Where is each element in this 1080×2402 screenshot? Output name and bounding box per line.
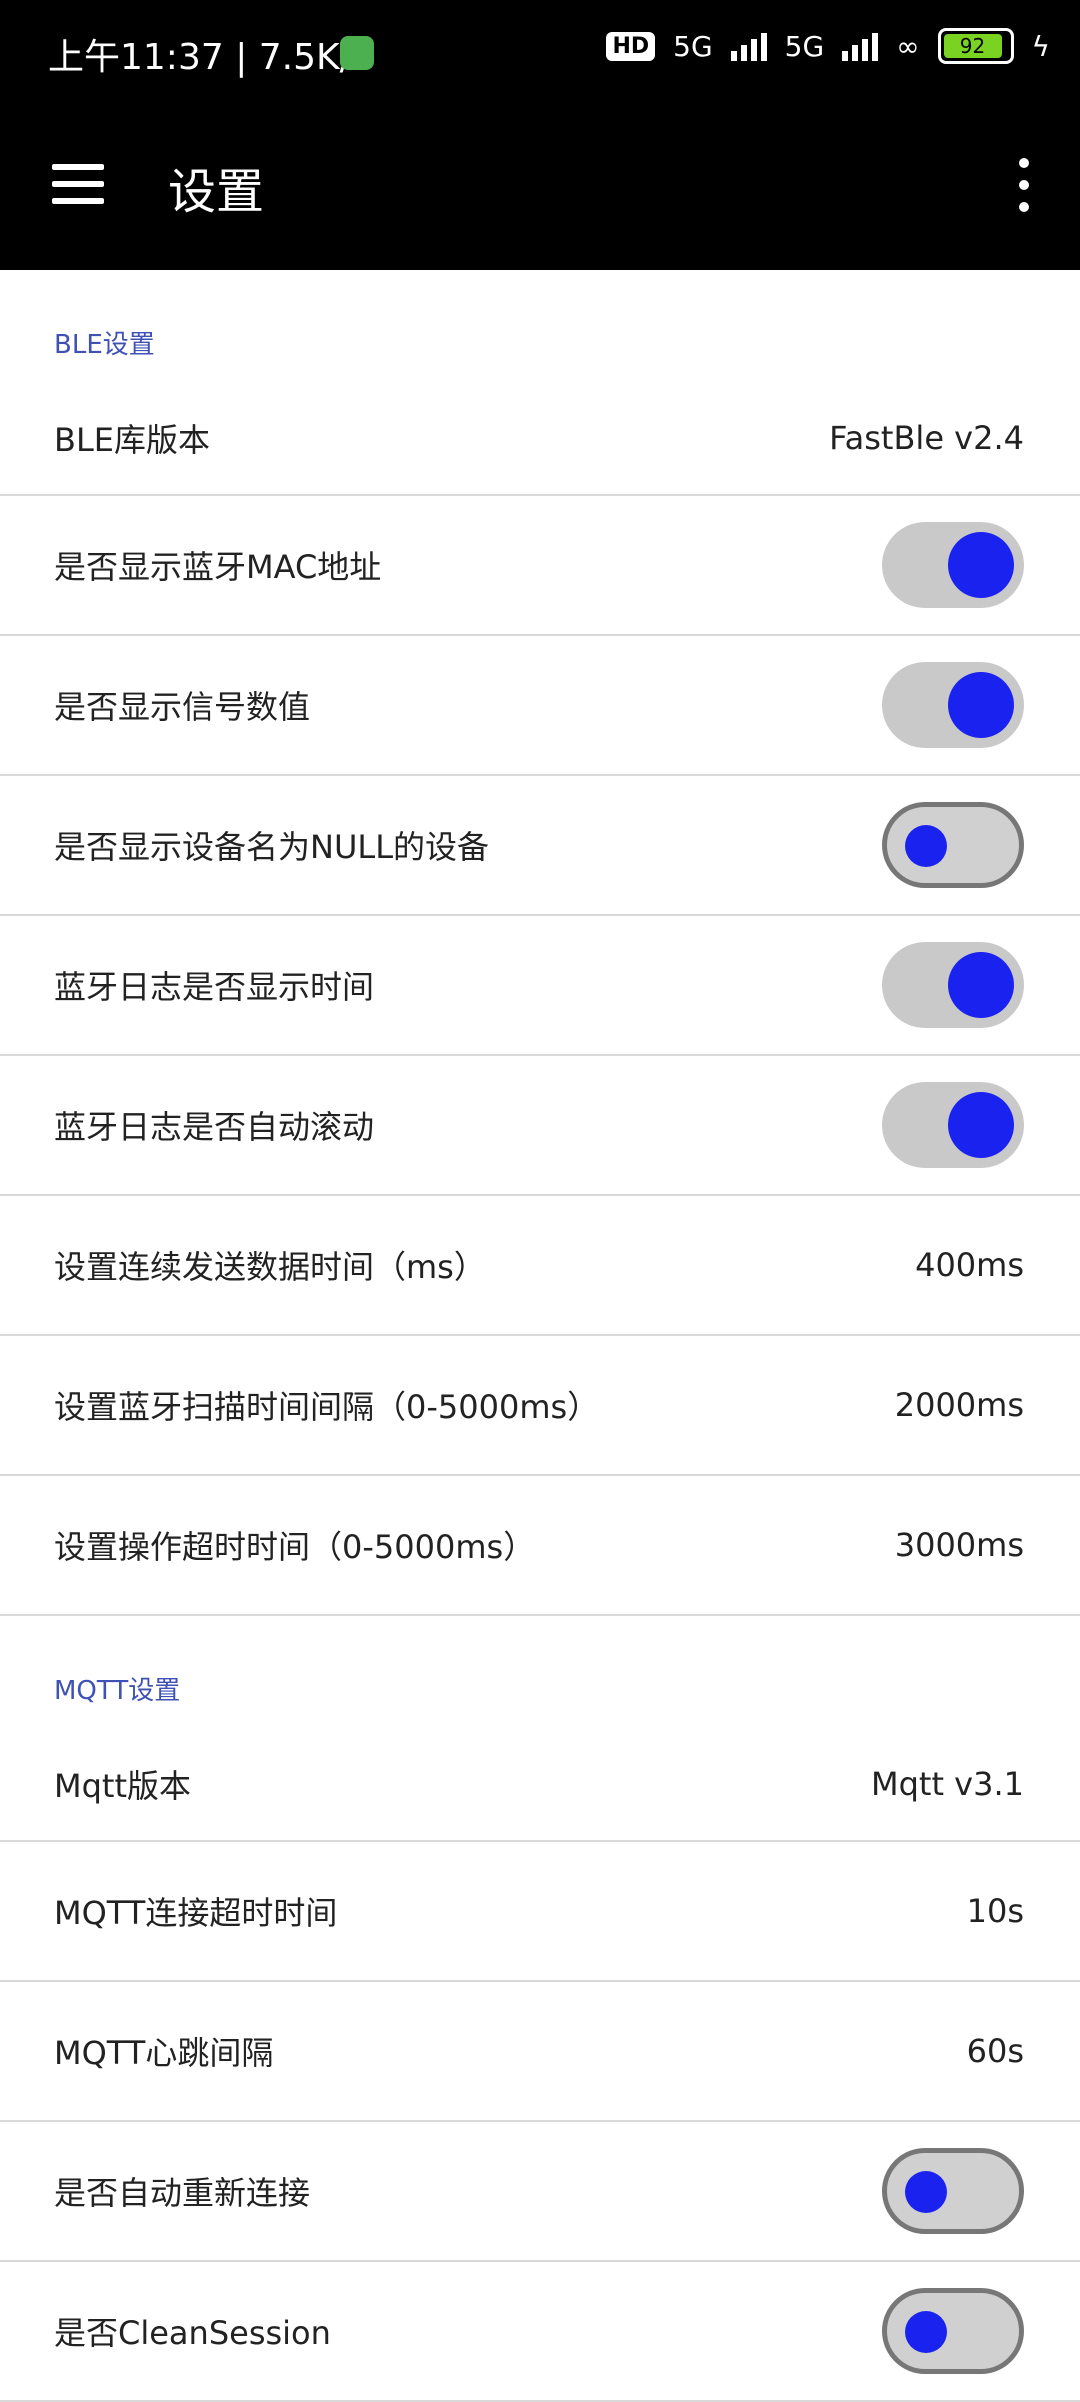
setting-send-interval[interactable]: 设置连续发送数据时间（ms） 400ms [0, 1196, 1080, 1336]
section-header-ble: BLE设置 [0, 270, 1080, 382]
setting-show-rssi[interactable]: 是否显示信号数值 [0, 636, 1080, 776]
signal-icon [730, 31, 767, 61]
app-notification-icon [340, 36, 374, 70]
setting-show-mac[interactable]: 是否显示蓝牙MAC地址 [0, 496, 1080, 636]
page-title: 设置 [168, 164, 265, 220]
setting-mqtt-heartbeat[interactable]: MQTT心跳间隔 60s [0, 1982, 1080, 2122]
setting-label: MQTT心跳间隔 [54, 2034, 274, 2072]
auto-reconnect-toggle[interactable] [882, 2148, 1024, 2234]
status-icons: HD 5G 5G ∞ 92 ϟ [606, 28, 1050, 64]
setting-label: 设置操作超时时间（0-5000ms） [54, 1528, 536, 1566]
setting-label: 是否显示信号数值 [54, 688, 311, 726]
setting-log-autoscroll[interactable]: 蓝牙日志是否自动滚动 [0, 1056, 1080, 1196]
setting-label: 是否自动重新连接 [54, 2174, 311, 2212]
battery-icon: 92 [937, 28, 1014, 64]
setting-label: 是否显示设备名为NULL的设备 [54, 828, 490, 866]
setting-value: 400ms [915, 1246, 1024, 1284]
setting-label: Mqtt版本 [54, 1767, 192, 1805]
setting-value: 2000ms [894, 1386, 1024, 1424]
setting-auto-reconnect[interactable]: 是否自动重新连接 [0, 2122, 1080, 2262]
network-type-1: 5G [673, 29, 713, 63]
log-autoscroll-toggle[interactable] [882, 1082, 1024, 1168]
section-title: MQTT设置 [54, 1676, 181, 1706]
settings-list: BLE设置 BLE库版本 FastBle v2.4 是否显示蓝牙MAC地址 是否… [0, 270, 1080, 2402]
setting-label: MQTT连接超时时间 [54, 1894, 338, 1932]
section-header-mqtt: MQTT设置 [0, 1616, 1080, 1728]
setting-mqtt-conn-timeout[interactable]: MQTT连接超时时间 10s [0, 1842, 1080, 1982]
clean-session-toggle[interactable] [882, 2288, 1024, 2374]
setting-show-null-devices[interactable]: 是否显示设备名为NULL的设备 [0, 776, 1080, 916]
show-null-toggle[interactable] [882, 802, 1024, 888]
setting-label: BLE库版本 [54, 421, 211, 459]
setting-label: 是否显示蓝牙MAC地址 [54, 548, 382, 586]
more-options-icon[interactable] [1016, 158, 1032, 224]
setting-value: FastBle v2.4 [829, 419, 1024, 457]
log-time-toggle[interactable] [882, 942, 1024, 1028]
hd-voice-icon: HD [606, 31, 656, 61]
setting-value: 10s [966, 1892, 1024, 1930]
setting-value: 3000ms [894, 1526, 1024, 1564]
setting-value: 60s [966, 2032, 1024, 2070]
charging-icon: ϟ [1031, 29, 1050, 63]
setting-mqtt-version[interactable]: Mqtt版本 Mqtt v3.1 [0, 1728, 1080, 1842]
section-title: BLE设置 [54, 330, 155, 360]
setting-log-time[interactable]: 蓝牙日志是否显示时间 [0, 916, 1080, 1056]
battery-level: 92 [943, 34, 1002, 58]
setting-ble-lib-version[interactable]: BLE库版本 FastBle v2.4 [0, 382, 1080, 496]
setting-value: Mqtt v3.1 [870, 1765, 1024, 1803]
network-type-2: 5G [784, 29, 825, 63]
setting-clean-session[interactable]: 是否CleanSession [0, 2262, 1080, 2402]
status-bar: 上午11:37 | 7.5K/s HD 5G 5G ∞ 92 ϟ [0, 0, 1080, 108]
setting-op-timeout[interactable]: 设置操作超时时间（0-5000ms） 3000ms [0, 1476, 1080, 1616]
setting-scan-interval[interactable]: 设置蓝牙扫描时间间隔（0-5000ms） 2000ms [0, 1336, 1080, 1476]
show-rssi-toggle[interactable] [882, 662, 1024, 748]
setting-label: 设置蓝牙扫描时间间隔（0-5000ms） [54, 1388, 600, 1426]
setting-label: 蓝牙日志是否显示时间 [54, 968, 375, 1006]
menu-icon[interactable] [52, 164, 104, 204]
setting-label: 设置连续发送数据时间（ms） [54, 1248, 486, 1286]
setting-label: 蓝牙日志是否自动滚动 [54, 1108, 375, 1146]
signal-icon-2 [842, 31, 879, 61]
link-icon: ∞ [896, 29, 920, 63]
app-bar: 设置 [0, 108, 1080, 270]
status-time: 上午11:37 | 7.5K/s [48, 37, 371, 78]
show-mac-toggle[interactable] [882, 522, 1024, 608]
setting-label: 是否CleanSession [54, 2314, 331, 2352]
